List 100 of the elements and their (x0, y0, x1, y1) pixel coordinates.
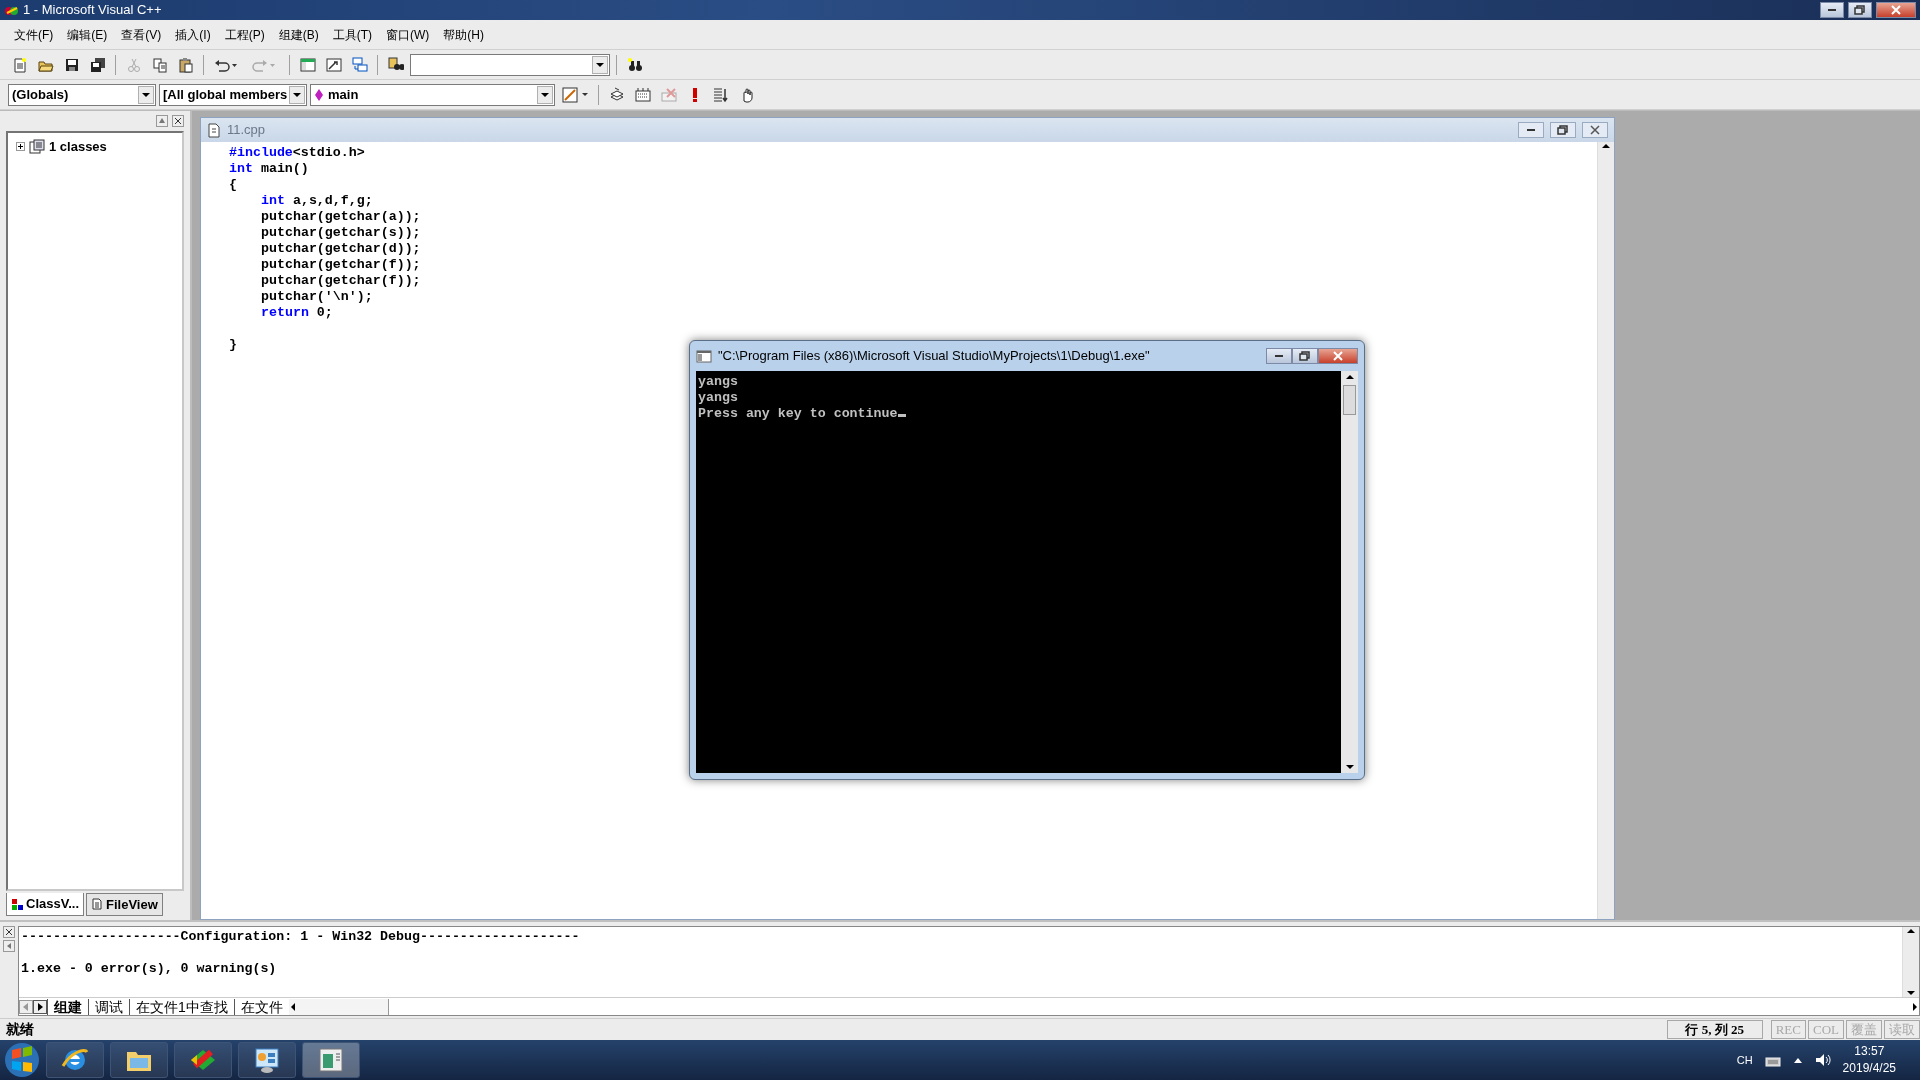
restore-button[interactable] (1848, 2, 1872, 18)
close-button[interactable] (1582, 122, 1608, 138)
tab-scroll-right-icon[interactable] (33, 999, 47, 1014)
taskbar-button[interactable] (46, 1042, 104, 1078)
menu-item[interactable]: 编辑(E) (61, 23, 114, 46)
status-indicator: 读取 (1884, 1020, 1920, 1039)
horizontal-scrollbar[interactable] (288, 998, 389, 1015)
panel-tab[interactable]: FileView (86, 892, 163, 916)
restore-icon (1556, 123, 1570, 137)
code-line: putchar(getchar(f)); (261, 273, 421, 288)
status-indicator: 覆盖 (1846, 1020, 1882, 1039)
app-window-icon (317, 1046, 345, 1074)
stop-build-icon (660, 86, 677, 103)
language-indicator[interactable]: CH (1736, 1051, 1753, 1069)
scrollbar[interactable] (1597, 142, 1614, 919)
minimize-button[interactable] (1820, 2, 1844, 18)
clock-time[interactable]: 13:57 (1842, 1043, 1896, 1060)
show-hidden-icons-icon[interactable] (1792, 1056, 1803, 1064)
menu-item[interactable]: 工具(T) (326, 23, 378, 46)
taskbar-button[interactable] (110, 1042, 168, 1078)
close-icon (1331, 349, 1345, 363)
code-line: { (229, 177, 237, 192)
code-line: putchar(getchar(a)); (261, 209, 421, 224)
close-panel-icon[interactable] (3, 926, 15, 938)
restore-button[interactable] (1550, 122, 1576, 138)
status-message: 就绪 (6, 1020, 34, 1039)
caret-icon (292, 90, 302, 99)
members-combo[interactable]: [All global members (159, 83, 307, 106)
status-indicator: REC (1770, 1020, 1806, 1039)
code-line: return 0; (261, 305, 333, 320)
window-title: 1 - Microsoft Visual C++ (23, 1, 162, 20)
scroll-thumb[interactable] (1343, 385, 1356, 415)
console-title: "C:\Program Files (x86)\Microsoft Visual Studio\MyProjects\1\Debug\1.exe" (718, 347, 1150, 366)
close-panel-icon[interactable] (172, 115, 184, 127)
scrollbar[interactable] (1341, 371, 1358, 773)
output-line: 1.exe - 0 error(s), 0 warning(s) (21, 961, 277, 976)
tree-item[interactable]: 1 classes (49, 137, 107, 157)
compile-icon (608, 86, 625, 103)
scope-combo[interactable]: (Globals) (8, 83, 156, 106)
menu-item[interactable]: 查看(V) (115, 23, 168, 46)
minimize-icon (1527, 129, 1535, 131)
wizard-icon (561, 86, 589, 103)
scroll-down-arrow-icon (1344, 763, 1355, 771)
minimize-button[interactable] (1266, 348, 1292, 364)
scroll-up-arrow-icon (1906, 927, 1916, 935)
console-line: yangs (698, 390, 739, 406)
caret-icon (595, 60, 605, 69)
menu-item[interactable]: 组建(B) (272, 23, 325, 46)
minimize-button[interactable] (1518, 122, 1544, 138)
speaker-icon[interactable] (1814, 1052, 1831, 1068)
close-icon (1889, 3, 1903, 17)
close-button[interactable] (1876, 2, 1916, 18)
minimize-icon (1275, 355, 1283, 357)
paste-icon (177, 56, 194, 73)
scissors-icon (125, 56, 142, 73)
restore-button[interactable] (1292, 348, 1318, 364)
pin-button-icon[interactable] (3, 940, 15, 952)
close-button[interactable] (1318, 348, 1358, 364)
scrollbar[interactable] (1902, 927, 1919, 997)
menu-item[interactable]: 帮助(H) (437, 23, 490, 46)
minimize-icon (1828, 9, 1836, 11)
exclamation-icon (692, 87, 697, 102)
code-line: putchar(getchar(d)); (261, 241, 421, 256)
combo-value: [All global members (163, 85, 288, 104)
find-combo[interactable] (410, 53, 610, 76)
copy-icon (151, 56, 168, 73)
expand-toggle-icon[interactable] (16, 142, 25, 152)
scroll-down-arrow-icon (1906, 989, 1916, 997)
document-icon (207, 122, 221, 138)
workspace-window-icon (299, 56, 316, 73)
restore-icon (1298, 349, 1312, 363)
class-view-icon (11, 897, 23, 910)
start-orb-icon[interactable] (4, 1042, 40, 1078)
window-list-icon (351, 56, 368, 73)
menu-item[interactable]: 窗口(W) (380, 23, 436, 46)
console-line: yangs (698, 374, 739, 390)
pin-button-icon[interactable] (156, 115, 168, 127)
panel-tab[interactable]: ClassV... (6, 892, 84, 916)
menu-item[interactable]: 插入(I) (169, 23, 217, 46)
taskbar-button[interactable] (174, 1042, 232, 1078)
restore-icon (1853, 3, 1867, 17)
find-in-files-icon (387, 56, 404, 73)
taskbar-button[interactable] (302, 1042, 360, 1078)
build-icon (634, 86, 651, 103)
code-line: } (229, 337, 237, 352)
code-line: putchar(getchar(s)); (261, 225, 421, 240)
status-indicator: COL (1808, 1020, 1844, 1039)
binoculars-icon (626, 56, 643, 73)
function-combo[interactable]: main (310, 83, 555, 106)
document-title: 11.cpp (227, 121, 266, 140)
menu-item[interactable]: 文件(F) (8, 23, 60, 46)
taskbar-button[interactable] (238, 1042, 296, 1078)
code-line: putchar('\n'); (261, 289, 373, 304)
save-all-icon (89, 56, 106, 73)
caret-icon (141, 90, 151, 99)
combo-value: main (328, 85, 359, 104)
menu-item[interactable]: 工程(P) (218, 23, 271, 46)
clock-date[interactable]: 2019/4/25 (1842, 1060, 1896, 1077)
code-line: putchar(getchar(f)); (261, 257, 421, 272)
code-line: int main() (229, 161, 309, 176)
